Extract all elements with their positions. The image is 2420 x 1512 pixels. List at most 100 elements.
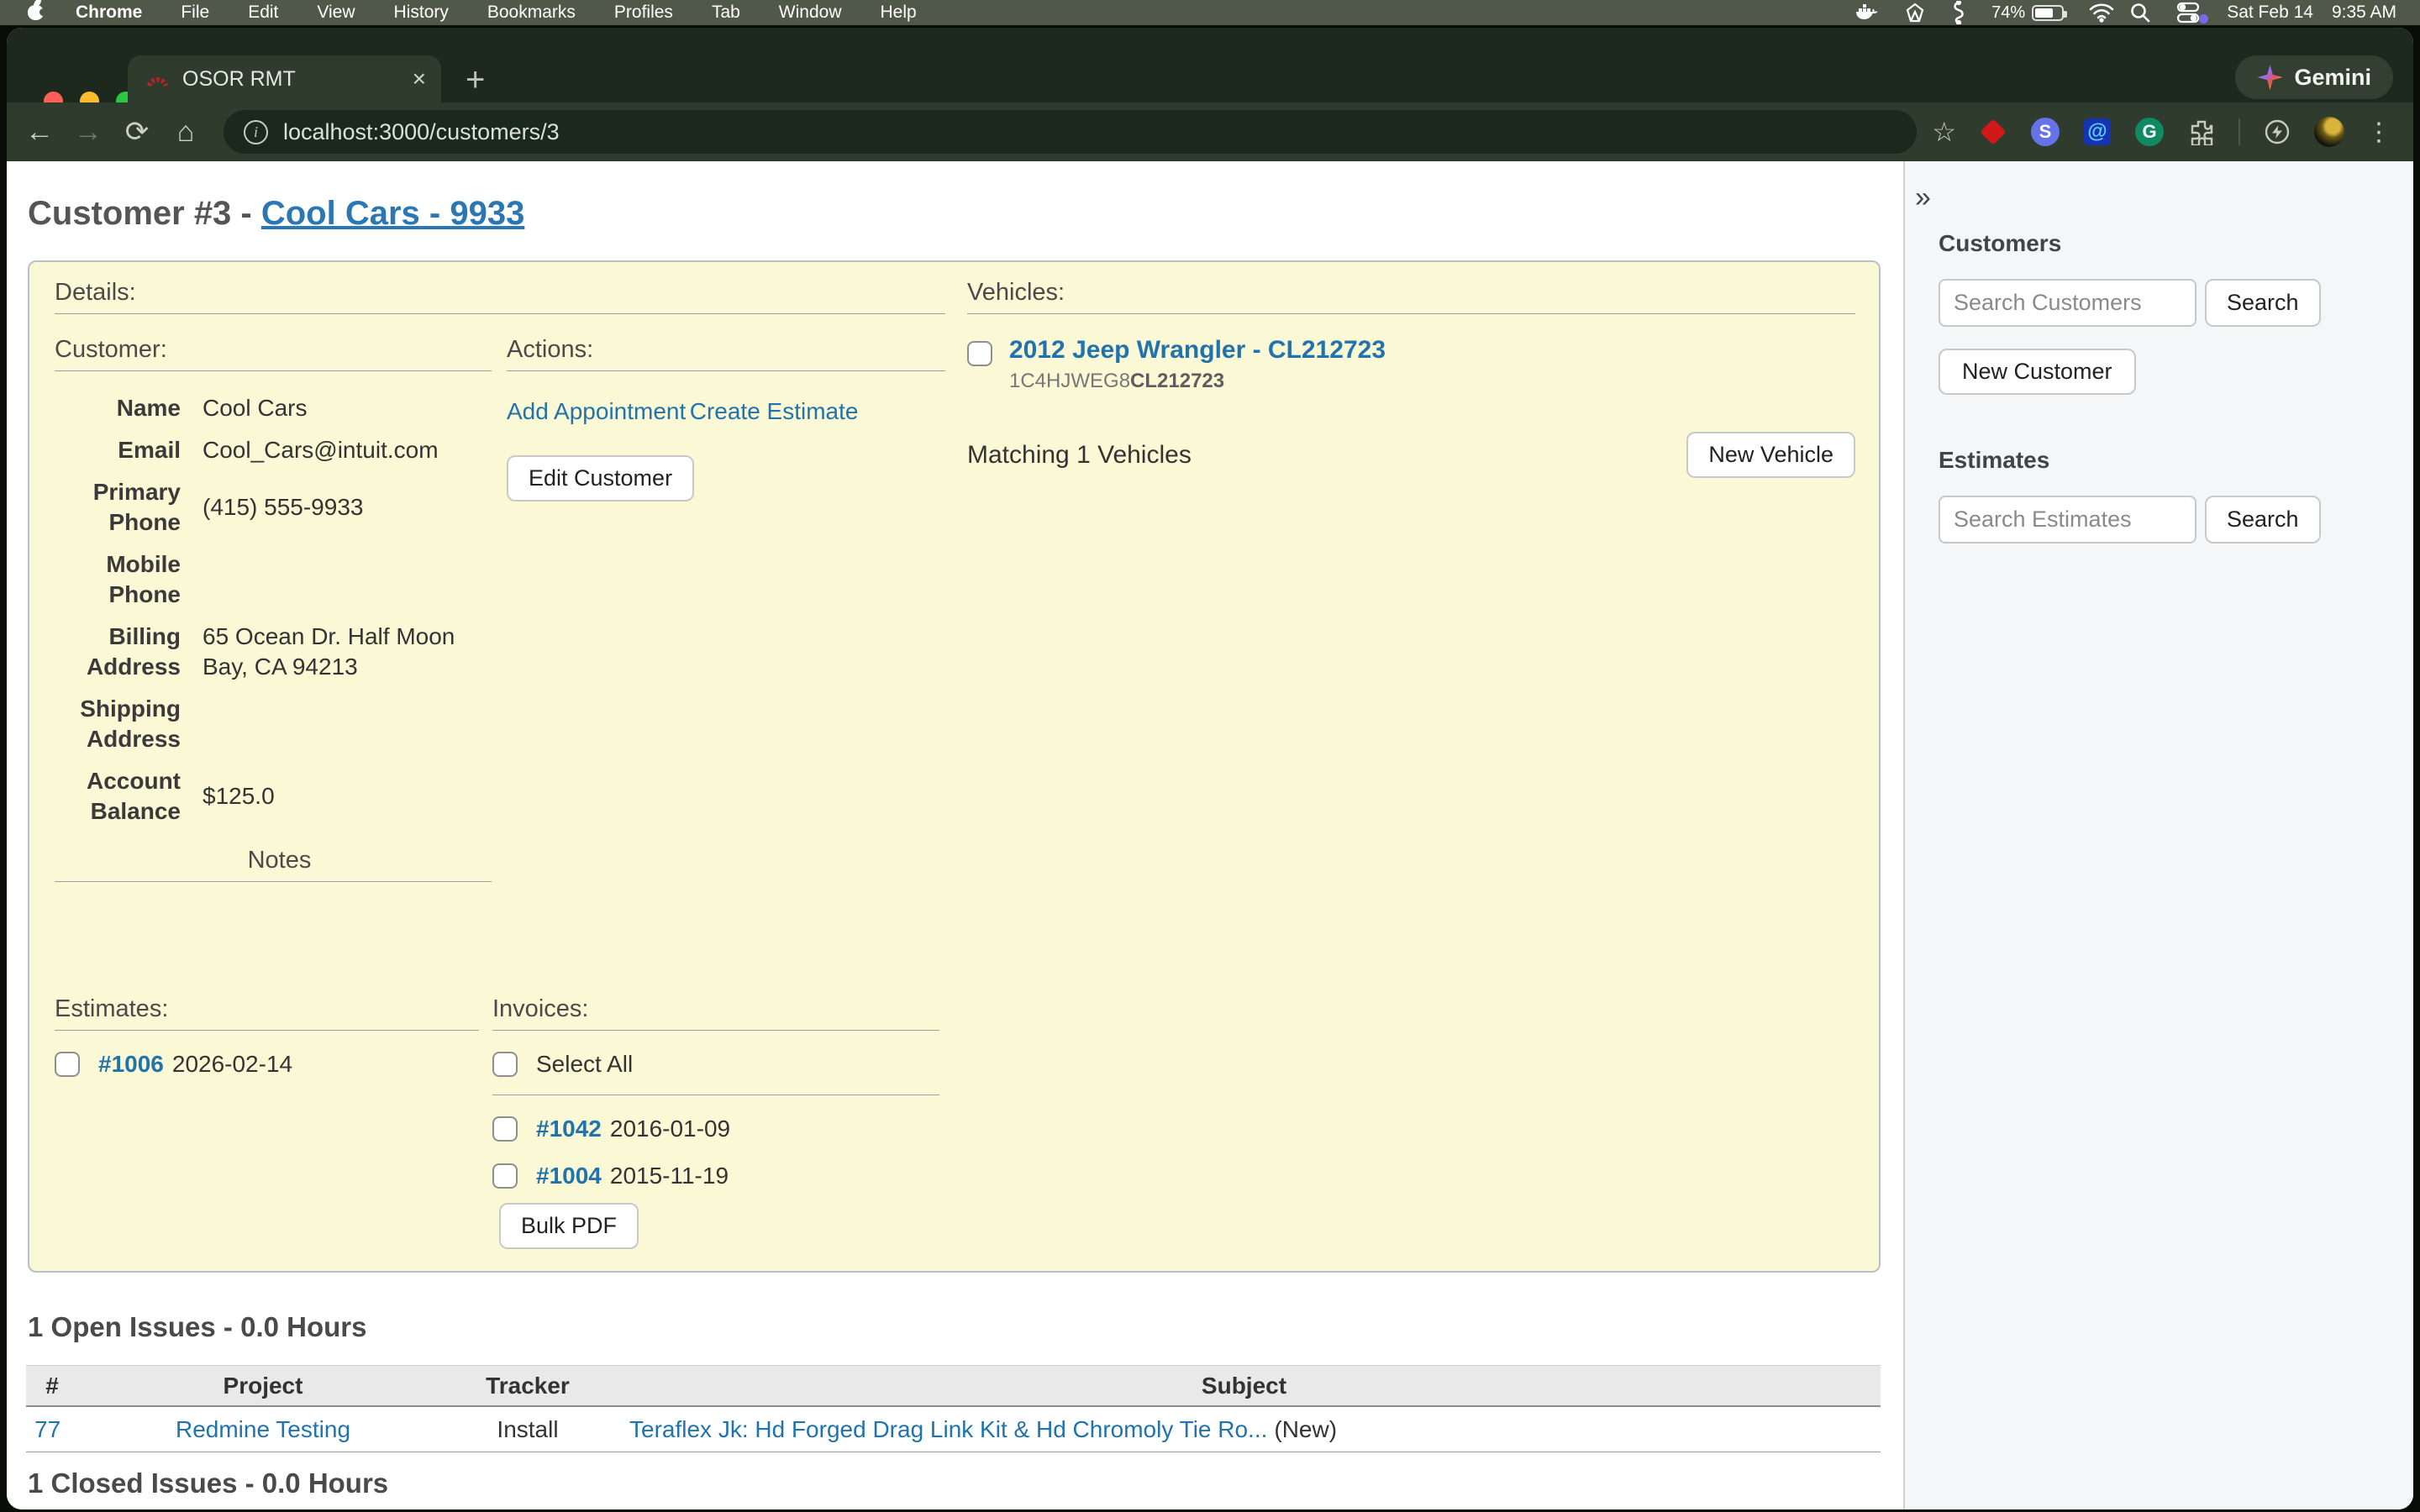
new-customer-button[interactable]: New Customer [1939,349,2136,395]
field-row-shipping-address: Shipping Address [55,694,492,754]
search-estimates-button[interactable]: Search [2205,496,2321,543]
customer-detail-panel: Details: Customer: Name Cool Cars [28,260,1881,1273]
menu-profiles[interactable]: Profiles [614,3,673,23]
menu-window[interactable]: Window [779,3,842,23]
notification-dot [2199,14,2208,24]
notes-label: Notes [55,847,504,874]
tab-close-icon[interactable]: × [413,67,426,91]
issue-status: (New) [1274,1416,1337,1442]
details-heading: Details: [55,279,945,307]
col-header-id: # [26,1373,78,1399]
menu-bookmarks[interactable]: Bookmarks [487,3,576,23]
invoice-date: 2016-01-09 [610,1116,730,1142]
add-appointment-link[interactable]: Add Appointment [507,398,686,425]
docker-whale-icon[interactable] [1855,3,1879,23]
closed-issues-heading: 1 Closed Issues - 0.0 Hours [28,1467,1903,1499]
address-bar[interactable]: i localhost:3000/customers/3 [224,110,1917,154]
battery-indicator[interactable]: 74% [1991,3,2064,23]
bookmark-star-icon[interactable]: ☆ [1932,116,1956,148]
menu-file[interactable]: File [181,3,209,23]
right-sidebar: » Customers Search New Customer Estimate… [1903,161,2413,1509]
invoice-checkbox[interactable] [492,1163,518,1189]
back-button[interactable]: ← [15,116,64,149]
customer-fields: Name Cool Cars Email Cool_Cars@intuit.co… [55,393,492,827]
invoice-link[interactable]: #1042 [536,1116,602,1142]
field-row-name: Name Cool Cars [55,393,492,423]
extension-icon-email[interactable]: @ [2082,117,2112,147]
issue-subject-link[interactable]: Teraflex Jk: Hd Forged Drag Link Kit & H… [629,1416,1267,1442]
issue-id-link[interactable]: 77 [34,1416,60,1442]
menu-tab[interactable]: Tab [712,3,740,23]
invoice-checkbox[interactable] [492,1116,518,1142]
search-customers-button[interactable]: Search [2205,279,2321,327]
extension-icon-grammarly[interactable]: G [2134,117,2165,147]
menu-view[interactable]: View [317,3,355,23]
page-title: Customer #3 - Cool Cars - 9933 [28,195,1903,237]
menubar-time[interactable]: 9:35 AM [2332,3,2396,23]
field-row-account-balance: Account Balance $125.0 [55,766,492,827]
site-info-icon[interactable]: i [244,120,268,144]
extension-icon-stylus[interactable]: S [2030,117,2060,147]
estimate-link[interactable]: #1006 [98,1051,164,1078]
extensions-puzzle-icon[interactable] [2186,117,2217,147]
extension-icon-red-gem[interactable] [1978,117,2008,147]
gemini-sparkle-icon [2257,65,2282,90]
control-center-icon[interactable] [2176,2,2202,24]
spotlight-search-icon[interactable] [2129,2,2151,24]
invoice-date: 2015-11-19 [610,1163,729,1189]
issues-table-header: # Project Tracker Subject [26,1365,1881,1407]
menu-edit[interactable]: Edit [248,3,278,23]
menu-help[interactable]: Help [881,3,917,23]
status-app-icon-2[interactable] [1951,1,1966,24]
field-row-billing-address: Billing Address 65 Ocean Dr. Half Moon B… [55,622,492,682]
new-vehicle-button[interactable]: New Vehicle [1686,432,1855,478]
select-all-checkbox[interactable] [492,1052,518,1077]
toolbar-divider [2238,118,2240,145]
matching-vehicles-text: Matching 1 Vehicles [967,441,1192,470]
home-button[interactable]: ⌂ [161,116,210,149]
profile-avatar[interactable] [2314,117,2344,147]
edit-customer-button[interactable]: Edit Customer [507,455,694,501]
invoice-row: #1004 2015-11-19 [492,1163,939,1189]
vehicle-vin: 1C4HJWEG8CL212723 [1009,370,1386,393]
estimate-checkbox[interactable] [55,1052,80,1077]
field-row-email: Email Cool_Cars@intuit.com [55,435,492,465]
performance-leaf-icon[interactable] [2262,117,2292,147]
details-divider [55,313,945,314]
page-title-prefix: Customer #3 - [28,195,261,232]
status-app-icon-1[interactable] [1904,2,1926,24]
menubar-date[interactable]: Sat Feb 14 [2227,3,2313,23]
sidebar-estimates-heading: Estimates [1939,447,2413,474]
bulk-pdf-button[interactable]: Bulk PDF [499,1203,639,1249]
tab-title: OSOR RMT [182,67,413,92]
apple-icon[interactable] [28,5,44,20]
gemini-label: Gemini [2294,65,2371,91]
invoice-link[interactable]: #1004 [536,1163,602,1189]
gemini-button[interactable]: Gemini [2235,55,2393,99]
menubar-status-area: 74% Sat Feb 14 9:35 AM [1855,0,2420,25]
vehicle-row: 2012 Jeep Wrangler - CL212723 1C4HJWEG8C… [967,336,1855,393]
search-customers-input[interactable] [1939,279,2196,327]
sidebar-collapse-icon[interactable]: » [1915,185,1949,210]
search-estimates-input[interactable] [1939,496,2196,543]
menu-chrome[interactable]: Chrome [76,3,142,23]
wifi-icon[interactable] [2089,3,2104,23]
select-all-label: Select All [536,1051,633,1078]
issue-row: 77 Redmine Testing Install Teraflex Jk: … [26,1407,1881,1452]
issue-tracker: Install [448,1416,608,1443]
browser-tab[interactable]: OSOR RMT × [128,55,441,102]
chrome-menu-dots-icon[interactable]: ⋮ [2366,118,2391,147]
reload-button[interactable]: ⟳ [113,115,161,149]
notes-divider [55,881,492,882]
customer-title-link[interactable]: Cool Cars - 9933 [261,195,524,232]
battery-icon [2032,5,2064,21]
invoices-heading: Invoices: [492,995,939,1023]
menu-history[interactable]: History [394,3,449,23]
issue-project-link[interactable]: Redmine Testing [176,1416,350,1442]
vehicle-link[interactable]: 2012 Jeep Wrangler - CL212723 [1009,336,1386,364]
vehicle-checkbox[interactable] [967,341,992,366]
web-page: Customer #3 - Cool Cars - 9933 Details: … [7,161,2413,1509]
create-estimate-link[interactable]: Create Estimate [690,398,859,425]
new-tab-button[interactable]: + [466,63,485,97]
forward-button[interactable]: → [64,116,113,149]
